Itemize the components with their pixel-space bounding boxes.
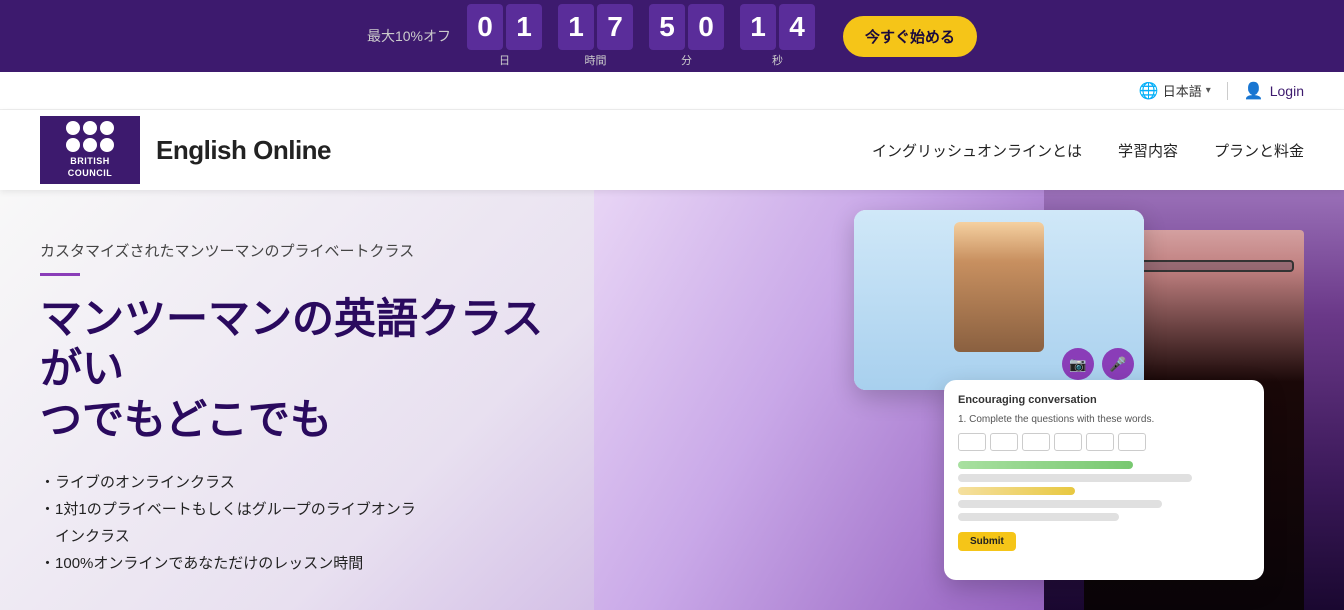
minute-digit-1: 0 bbox=[688, 4, 724, 50]
exercise-answer-line-4 bbox=[958, 500, 1162, 508]
bullet-1: ライブのオンラインクラス bbox=[40, 469, 580, 496]
seconds-label: 秒 bbox=[772, 52, 783, 68]
day-digit-0: 0 bbox=[467, 4, 503, 50]
video-card-inner: 📷 🎤 bbox=[854, 210, 1144, 390]
chevron-down-icon: ▾ bbox=[1206, 85, 1211, 96]
blank-6[interactable] bbox=[1118, 433, 1146, 451]
hours-digits: 1 7 bbox=[558, 4, 633, 50]
hero-title: マンツーマンの英語クラスがいつでもどこでも bbox=[40, 294, 580, 445]
minutes-label: 分 bbox=[681, 52, 692, 68]
exercise-answer-line-5 bbox=[958, 513, 1119, 521]
exercise-task: 1. Complete the questions with these wor… bbox=[958, 414, 1250, 425]
countdown-hours: 1 7 時間 bbox=[558, 4, 633, 68]
logo-dots bbox=[66, 121, 114, 152]
video-camera-icon[interactable]: 📷 bbox=[1062, 348, 1094, 380]
hero-subtitle: カスタマイズされたマンツーマンのプライベートクラス bbox=[40, 240, 580, 261]
countdown-minutes: 5 0 分 bbox=[649, 4, 724, 68]
minutes-digits: 5 0 bbox=[649, 4, 724, 50]
countdown-minutes-unit: 5 0 分 bbox=[649, 4, 724, 68]
logo-text-line2: COUNCIL bbox=[68, 168, 113, 180]
hour-digit-1: 7 bbox=[597, 4, 633, 50]
logo-dot bbox=[66, 138, 80, 152]
days-label: 日 bbox=[499, 52, 510, 68]
countdown-days-unit: 0 1 日 bbox=[467, 4, 542, 68]
site-name: English Online bbox=[156, 135, 331, 166]
cta-button[interactable]: 今すぐ始める bbox=[843, 16, 977, 57]
exercise-answer-line-3 bbox=[958, 487, 1075, 495]
exercise-card-title: Encouraging conversation bbox=[958, 394, 1250, 406]
hero-content: カスタマイズされたマンツーマンのプライベートクラス マンツーマンの英語クラスがい… bbox=[0, 190, 620, 610]
globe-icon: 🌐 bbox=[1139, 81, 1159, 101]
days-digits: 0 1 bbox=[467, 4, 542, 50]
exercise-submit-button[interactable]: Submit bbox=[958, 532, 1016, 551]
discount-text: 最大10%オフ bbox=[367, 26, 451, 46]
exercise-card: Encouraging conversation 1. Complete the… bbox=[944, 380, 1264, 580]
main-nav: BRITISH COUNCIL English Online イングリッシュオン… bbox=[0, 110, 1344, 190]
video-controls: 📷 🎤 bbox=[1062, 348, 1134, 380]
logo-dot bbox=[83, 121, 97, 135]
countdown-hours-unit: 1 7 時間 bbox=[558, 4, 633, 68]
top-banner: 最大10%オフ 0 1 日 1 7 時間 5 0 分 bbox=[0, 0, 1344, 72]
language-label: 日本語 bbox=[1163, 81, 1202, 100]
countdown-seconds: 1 4 秒 bbox=[740, 4, 815, 68]
person-icon: 👤 bbox=[1244, 81, 1264, 101]
logo-dot bbox=[100, 138, 114, 152]
logo-dot bbox=[66, 121, 80, 135]
hero-bullets: ライブのオンラインクラス 1対1のプライベートもしくはグループのライブオンラ イ… bbox=[40, 469, 580, 577]
hero-divider bbox=[40, 273, 80, 276]
exercise-answer-line-1 bbox=[958, 461, 1133, 469]
exercise-answer-line-2 bbox=[958, 474, 1192, 482]
nav-link-plans[interactable]: プランと料金 bbox=[1214, 140, 1304, 161]
logo-link[interactable]: BRITISH COUNCIL English Online bbox=[40, 116, 331, 184]
nav-divider bbox=[1227, 82, 1228, 100]
bullet-2: 1対1のプライベートもしくはグループのライブオンラ インクラス bbox=[40, 496, 580, 550]
countdown-seconds-unit: 1 4 秒 bbox=[740, 4, 815, 68]
microphone-icon[interactable]: 🎤 bbox=[1102, 348, 1134, 380]
blank-2[interactable] bbox=[990, 433, 1018, 451]
nav-link-content[interactable]: 学習内容 bbox=[1118, 140, 1178, 161]
utility-nav: 🌐 日本語 ▾ 👤 Login bbox=[0, 72, 1344, 110]
logo-text-line1: BRITISH bbox=[70, 156, 110, 168]
blank-4[interactable] bbox=[1054, 433, 1082, 451]
logo-dot bbox=[83, 138, 97, 152]
countdown-days: 0 1 日 bbox=[467, 4, 542, 68]
hero-section: カスタマイズされたマンツーマンのプライベートクラス マンツーマンの英語クラスがい… bbox=[0, 190, 1344, 610]
seconds-digits: 1 4 bbox=[740, 4, 815, 50]
video-person bbox=[954, 222, 1044, 352]
second-digit-1: 4 bbox=[779, 4, 815, 50]
blank-3[interactable] bbox=[1022, 433, 1050, 451]
hour-digit-0: 1 bbox=[558, 4, 594, 50]
language-selector[interactable]: 🌐 日本語 ▾ bbox=[1139, 81, 1211, 101]
minute-digit-0: 5 bbox=[649, 4, 685, 50]
login-label: Login bbox=[1270, 83, 1304, 99]
video-call-card: 📷 🎤 bbox=[854, 210, 1144, 390]
blank-5[interactable] bbox=[1086, 433, 1114, 451]
second-digit-0: 1 bbox=[740, 4, 776, 50]
nav-links: イングリッシュオンラインとは 学習内容 プランと料金 bbox=[872, 140, 1304, 161]
logo-dot bbox=[100, 121, 114, 135]
blank-1[interactable] bbox=[958, 433, 986, 451]
hours-label: 時間 bbox=[585, 52, 607, 68]
exercise-blanks bbox=[958, 433, 1250, 451]
glasses-decoration bbox=[1124, 260, 1294, 272]
nav-link-about[interactable]: イングリッシュオンラインとは bbox=[872, 140, 1082, 161]
day-digit-1: 1 bbox=[506, 4, 542, 50]
login-link[interactable]: 👤 Login bbox=[1244, 81, 1304, 101]
bullet-3: 100%オンラインであなただけのレッスン時間 bbox=[40, 550, 580, 577]
british-council-logo: BRITISH COUNCIL bbox=[40, 116, 140, 184]
